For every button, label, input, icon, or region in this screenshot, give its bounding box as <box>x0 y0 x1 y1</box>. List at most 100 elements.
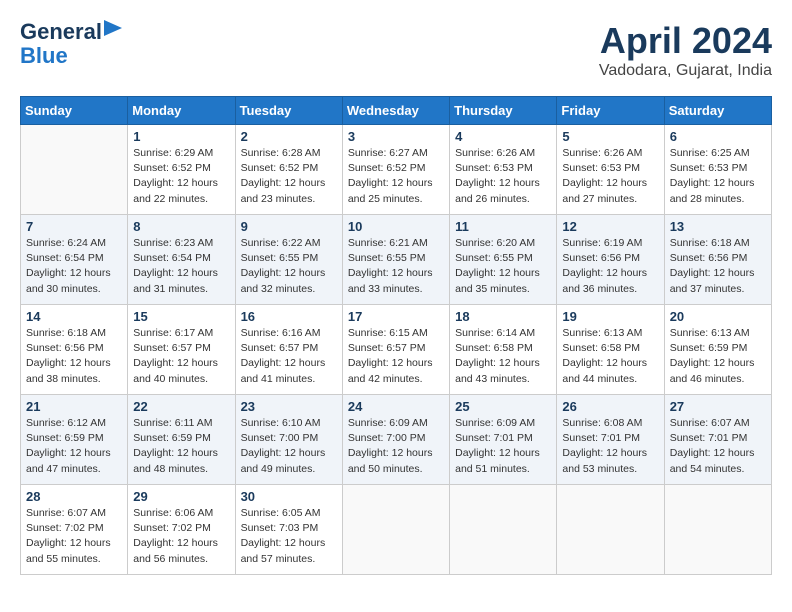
day-number: 1 <box>133 129 229 144</box>
day-info: Sunrise: 6:13 AM Sunset: 6:59 PM Dayligh… <box>670 326 766 387</box>
calendar-cell: 14Sunrise: 6:18 AM Sunset: 6:56 PM Dayli… <box>21 305 128 395</box>
calendar-cell: 4 Sunrise: 6:26 AM Sunset: 6:53 PM Daylig… <box>450 125 557 215</box>
day-info: Sunrise: 6:26 AM Sunset: 6:53 PM Dayligh… <box>562 146 658 207</box>
calendar-cell <box>664 485 771 575</box>
day-info: Sunrise: 6:10 AM Sunset: 7:00 PM Dayligh… <box>241 416 337 477</box>
calendar-cell: 7 Sunrise: 6:24 AM Sunset: 6:54 PM Daylig… <box>21 215 128 305</box>
page-header: General Blue April 2024 Vadodara, Gujara… <box>20 20 772 80</box>
calendar-cell: 21Sunrise: 6:12 AM Sunset: 6:59 PM Dayli… <box>21 395 128 485</box>
day-info: Sunrise: 6:19 AM Sunset: 6:56 PM Dayligh… <box>562 236 658 297</box>
calendar-cell: 5 Sunrise: 6:26 AM Sunset: 6:53 PM Daylig… <box>557 125 664 215</box>
day-number: 16 <box>241 309 337 324</box>
calendar-cell <box>342 485 449 575</box>
day-number: 10 <box>348 219 444 234</box>
day-number: 25 <box>455 399 551 414</box>
day-number: 20 <box>670 309 766 324</box>
logo: General Blue <box>20 20 122 68</box>
calendar-cell: 10 Sunrise: 6:21 AM Sunset: 6:55 PM Dayli… <box>342 215 449 305</box>
weekday-header-wednesday: Wednesday <box>342 97 449 125</box>
day-number: 22 <box>133 399 229 414</box>
calendar-cell: 22 Sunrise: 6:11 AM Sunset: 6:59 PM Dayli… <box>128 395 235 485</box>
day-info: Sunrise: 6:23 AM Sunset: 6:54 PM Dayligh… <box>133 236 229 297</box>
weekday-header-saturday: Saturday <box>664 97 771 125</box>
calendar-cell: 23 Sunrise: 6:10 AM Sunset: 7:00 PM Dayli… <box>235 395 342 485</box>
day-number: 5 <box>562 129 658 144</box>
logo-arrow-icon <box>104 20 122 36</box>
day-number: 12 <box>562 219 658 234</box>
weekday-header-thursday: Thursday <box>450 97 557 125</box>
calendar-cell: 27 Sunrise: 6:07 AM Sunset: 7:01 PM Dayli… <box>664 395 771 485</box>
calendar-cell: 3 Sunrise: 6:27 AM Sunset: 6:52 PM Daylig… <box>342 125 449 215</box>
day-info: Sunrise: 6:16 AM Sunset: 6:57 PM Dayligh… <box>241 326 337 387</box>
calendar-cell: 13 Sunrise: 6:18 AM Sunset: 6:56 PM Dayli… <box>664 215 771 305</box>
title-block: April 2024 Vadodara, Gujarat, India <box>599 20 772 80</box>
calendar-cell: 19Sunrise: 6:13 AM Sunset: 6:58 PM Dayli… <box>557 305 664 395</box>
day-number: 3 <box>348 129 444 144</box>
day-info: Sunrise: 6:26 AM Sunset: 6:53 PM Dayligh… <box>455 146 551 207</box>
day-info: Sunrise: 6:18 AM Sunset: 6:56 PM Dayligh… <box>670 236 766 297</box>
day-number: 4 <box>455 129 551 144</box>
day-number: 9 <box>241 219 337 234</box>
day-number: 24 <box>348 399 444 414</box>
calendar-week-row: 14Sunrise: 6:18 AM Sunset: 6:56 PM Dayli… <box>21 305 772 395</box>
day-info: Sunrise: 6:20 AM Sunset: 6:55 PM Dayligh… <box>455 236 551 297</box>
day-info: Sunrise: 6:28 AM Sunset: 6:52 PM Dayligh… <box>241 146 337 207</box>
day-number: 23 <box>241 399 337 414</box>
day-number: 26 <box>562 399 658 414</box>
day-info: Sunrise: 6:22 AM Sunset: 6:55 PM Dayligh… <box>241 236 337 297</box>
calendar-cell <box>557 485 664 575</box>
day-number: 8 <box>133 219 229 234</box>
day-info: Sunrise: 6:13 AM Sunset: 6:58 PM Dayligh… <box>562 326 658 387</box>
calendar-cell: 1 Sunrise: 6:29 AM Sunset: 6:52 PM Daylig… <box>128 125 235 215</box>
calendar-cell: 20 Sunrise: 6:13 AM Sunset: 6:59 PM Dayli… <box>664 305 771 395</box>
day-number: 29 <box>133 489 229 504</box>
calendar-cell: 24 Sunrise: 6:09 AM Sunset: 7:00 PM Dayli… <box>342 395 449 485</box>
day-number: 17 <box>348 309 444 324</box>
weekday-header-tuesday: Tuesday <box>235 97 342 125</box>
logo-text-blue: Blue <box>20 44 68 68</box>
calendar-cell: 26 Sunrise: 6:08 AM Sunset: 7:01 PM Dayli… <box>557 395 664 485</box>
location-text: Vadodara, Gujarat, India <box>599 62 772 80</box>
calendar-table: SundayMondayTuesdayWednesdayThursdayFrid… <box>20 96 772 575</box>
calendar-week-row: 7 Sunrise: 6:24 AM Sunset: 6:54 PM Daylig… <box>21 215 772 305</box>
weekday-header-sunday: Sunday <box>21 97 128 125</box>
day-info: Sunrise: 6:17 AM Sunset: 6:57 PM Dayligh… <box>133 326 229 387</box>
calendar-cell: 12 Sunrise: 6:19 AM Sunset: 6:56 PM Dayli… <box>557 215 664 305</box>
day-number: 7 <box>26 219 122 234</box>
day-info: Sunrise: 6:25 AM Sunset: 6:53 PM Dayligh… <box>670 146 766 207</box>
day-number: 30 <box>241 489 337 504</box>
day-info: Sunrise: 6:08 AM Sunset: 7:01 PM Dayligh… <box>562 416 658 477</box>
calendar-cell <box>21 125 128 215</box>
day-number: 2 <box>241 129 337 144</box>
day-info: Sunrise: 6:07 AM Sunset: 7:01 PM Dayligh… <box>670 416 766 477</box>
day-info: Sunrise: 6:05 AM Sunset: 7:03 PM Dayligh… <box>241 506 337 567</box>
day-info: Sunrise: 6:24 AM Sunset: 6:54 PM Dayligh… <box>26 236 122 297</box>
day-info: Sunrise: 6:27 AM Sunset: 6:52 PM Dayligh… <box>348 146 444 207</box>
calendar-cell: 25 Sunrise: 6:09 AM Sunset: 7:01 PM Dayli… <box>450 395 557 485</box>
day-number: 13 <box>670 219 766 234</box>
calendar-week-row: 28Sunrise: 6:07 AM Sunset: 7:02 PM Dayli… <box>21 485 772 575</box>
month-title: April 2024 <box>599 20 772 62</box>
weekday-header-friday: Friday <box>557 97 664 125</box>
calendar-cell: 18Sunrise: 6:14 AM Sunset: 6:58 PM Dayli… <box>450 305 557 395</box>
calendar-cell: 15 Sunrise: 6:17 AM Sunset: 6:57 PM Dayli… <box>128 305 235 395</box>
weekday-header-monday: Monday <box>128 97 235 125</box>
calendar-cell: 29Sunrise: 6:06 AM Sunset: 7:02 PM Dayli… <box>128 485 235 575</box>
calendar-cell: 28Sunrise: 6:07 AM Sunset: 7:02 PM Dayli… <box>21 485 128 575</box>
calendar-cell: 30 Sunrise: 6:05 AM Sunset: 7:03 PM Dayli… <box>235 485 342 575</box>
day-number: 27 <box>670 399 766 414</box>
day-number: 15 <box>133 309 229 324</box>
calendar-cell <box>450 485 557 575</box>
calendar-week-row: 1 Sunrise: 6:29 AM Sunset: 6:52 PM Daylig… <box>21 125 772 215</box>
day-info: Sunrise: 6:29 AM Sunset: 6:52 PM Dayligh… <box>133 146 229 207</box>
calendar-header-row: SundayMondayTuesdayWednesdayThursdayFrid… <box>21 97 772 125</box>
day-info: Sunrise: 6:11 AM Sunset: 6:59 PM Dayligh… <box>133 416 229 477</box>
day-info: Sunrise: 6:09 AM Sunset: 7:01 PM Dayligh… <box>455 416 551 477</box>
calendar-cell: 17Sunrise: 6:15 AM Sunset: 6:57 PM Dayli… <box>342 305 449 395</box>
calendar-cell: 6Sunrise: 6:25 AM Sunset: 6:53 PM Daylig… <box>664 125 771 215</box>
day-info: Sunrise: 6:21 AM Sunset: 6:55 PM Dayligh… <box>348 236 444 297</box>
day-number: 18 <box>455 309 551 324</box>
calendar-week-row: 21Sunrise: 6:12 AM Sunset: 6:59 PM Dayli… <box>21 395 772 485</box>
calendar-cell: 11Sunrise: 6:20 AM Sunset: 6:55 PM Dayli… <box>450 215 557 305</box>
day-info: Sunrise: 6:09 AM Sunset: 7:00 PM Dayligh… <box>348 416 444 477</box>
